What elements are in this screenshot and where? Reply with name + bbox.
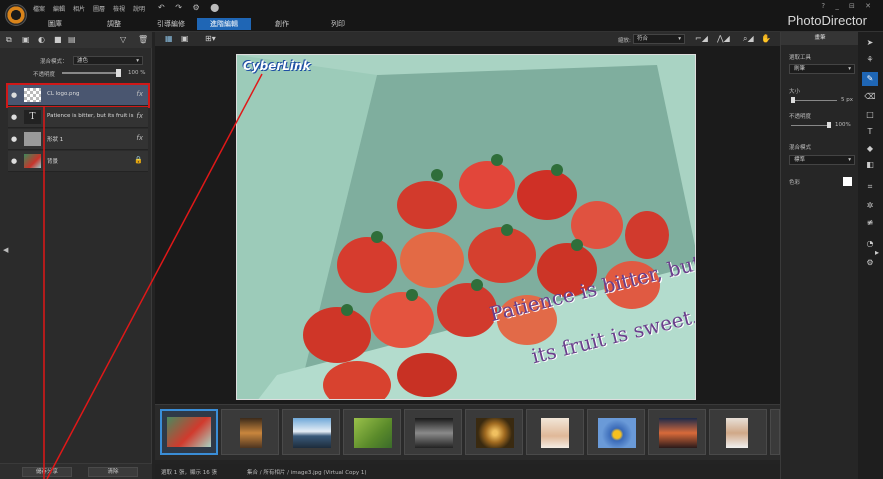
photodirector-window: 檔案 編輯 相片 圖層 檢視 說明 ↶ ↷ ⚙ ⬤ 圖庫 調整 引導編修 進階編…: [0, 0, 883, 479]
annotation-lines: [43, 73, 263, 479]
